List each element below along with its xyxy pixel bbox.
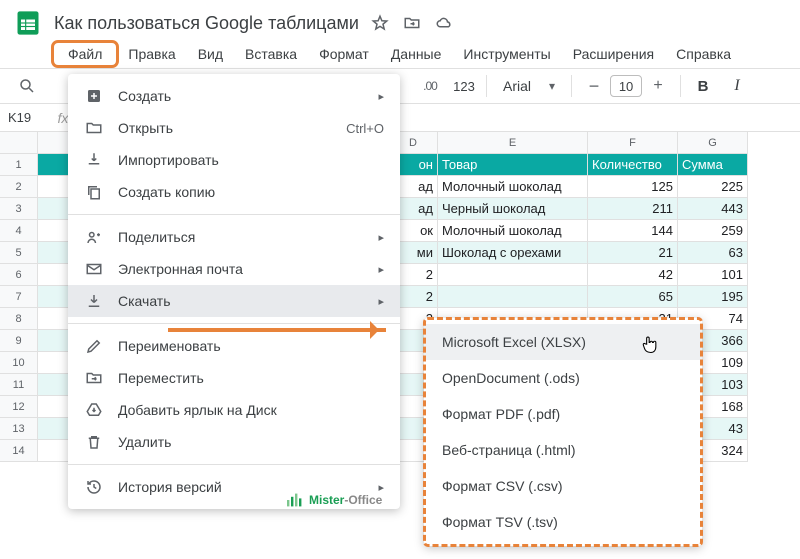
file-menu-add-shortcut[interactable]: Добавить ярлык на Диск [68,394,400,426]
row-header[interactable]: 14 [0,440,38,462]
file-menu-download[interactable]: Скачать▸ [68,285,400,317]
document-title[interactable]: Как пользоваться Google таблицами [54,13,359,34]
menu-file[interactable]: Файл [54,43,116,65]
download-icon [84,291,104,311]
menu-help[interactable]: Справка [666,42,741,66]
font-size-increase[interactable]: + [646,74,670,98]
folder-icon [84,118,104,138]
select-all-corner[interactable] [0,132,38,154]
font-size-decrease[interactable]: − [582,74,606,98]
row-header[interactable]: 5 [0,242,38,264]
decrease-decimal-icon[interactable]: .00 [418,74,442,98]
menu-edit[interactable]: Правка [118,42,185,66]
bold-button[interactable]: B [691,74,715,98]
chevron-down-icon: ▾ [549,79,555,93]
file-menu-delete[interactable]: Удалить [68,426,400,458]
drive-shortcut-icon [84,400,104,420]
menu-tools[interactable]: Инструменты [453,42,560,66]
move-folder-icon [84,368,104,388]
annotation-arrow-right [168,328,386,332]
import-icon [84,150,104,170]
file-menu-rename[interactable]: Переименовать [68,330,400,362]
sheets-logo-icon[interactable] [8,3,48,43]
plus-square-icon [84,86,104,106]
font-size-input[interactable]: 10 [610,75,642,97]
pencil-icon [84,336,104,356]
row-header[interactable]: 1 [0,154,38,176]
move-to-folder-icon[interactable] [403,14,421,32]
row-header[interactable]: 4 [0,220,38,242]
format-as-number[interactable]: 123 [452,74,476,98]
menu-view[interactable]: Вид [188,42,233,66]
font-family-select[interactable]: Arial ▾ [497,78,561,94]
col-header-e[interactable]: E [438,132,588,154]
download-ods[interactable]: OpenDocument (.ods) [424,360,702,396]
file-menu-create[interactable]: Создать▸ [68,80,400,112]
file-dropdown-menu: Создать▸ ОткрытьCtrl+O Импортировать Соз… [68,74,400,509]
file-menu-open[interactable]: ОткрытьCtrl+O [68,112,400,144]
cloud-status-icon[interactable] [435,14,453,32]
menu-extensions[interactable]: Расширения [563,42,664,66]
file-menu-share[interactable]: Поделиться▸ [68,221,400,253]
history-icon [84,477,104,497]
row-header[interactable]: 6 [0,264,38,286]
file-menu-email[interactable]: Электронная почта▸ [68,253,400,285]
download-pdf[interactable]: Формат PDF (.pdf) [424,396,702,432]
download-submenu: Microsoft Excel (XLSX) OpenDocument (.od… [424,318,702,546]
col-header-g[interactable]: G [678,132,748,154]
row-header[interactable]: 3 [0,198,38,220]
row-header[interactable]: 7 [0,286,38,308]
email-icon [84,259,104,279]
row-header[interactable]: 8 [0,308,38,330]
file-menu-move[interactable]: Переместить [68,362,400,394]
italic-button[interactable]: I [725,74,749,98]
copy-icon [84,182,104,202]
share-icon [84,227,104,247]
row-header[interactable]: 12 [0,396,38,418]
star-icon[interactable] [371,14,389,32]
col-header-f[interactable]: F [588,132,678,154]
row-header[interactable]: 9 [0,330,38,352]
menubar: Файл Правка Вид Вставка Формат Данные Ин… [0,40,800,68]
menu-insert[interactable]: Вставка [235,42,307,66]
row-header[interactable]: 13 [0,418,38,440]
row-header[interactable]: 10 [0,352,38,374]
file-menu-import[interactable]: Импортировать [68,144,400,176]
download-xlsx[interactable]: Microsoft Excel (XLSX) [424,324,702,360]
row-header[interactable]: 11 [0,374,38,396]
menu-format[interactable]: Формат [309,42,379,66]
file-menu-make-copy[interactable]: Создать копию [68,176,400,208]
download-html[interactable]: Веб-страница (.html) [424,432,702,468]
download-csv[interactable]: Формат CSV (.csv) [424,468,702,504]
watermark: Mister-Office [285,492,382,508]
trash-icon [84,432,104,452]
row-header[interactable]: 2 [0,176,38,198]
menu-data[interactable]: Данные [381,42,452,66]
download-tsv[interactable]: Формат TSV (.tsv) [424,504,702,540]
name-box[interactable]: K19 [0,104,48,132]
search-icon[interactable] [8,74,46,98]
pointer-cursor-icon [640,334,660,359]
